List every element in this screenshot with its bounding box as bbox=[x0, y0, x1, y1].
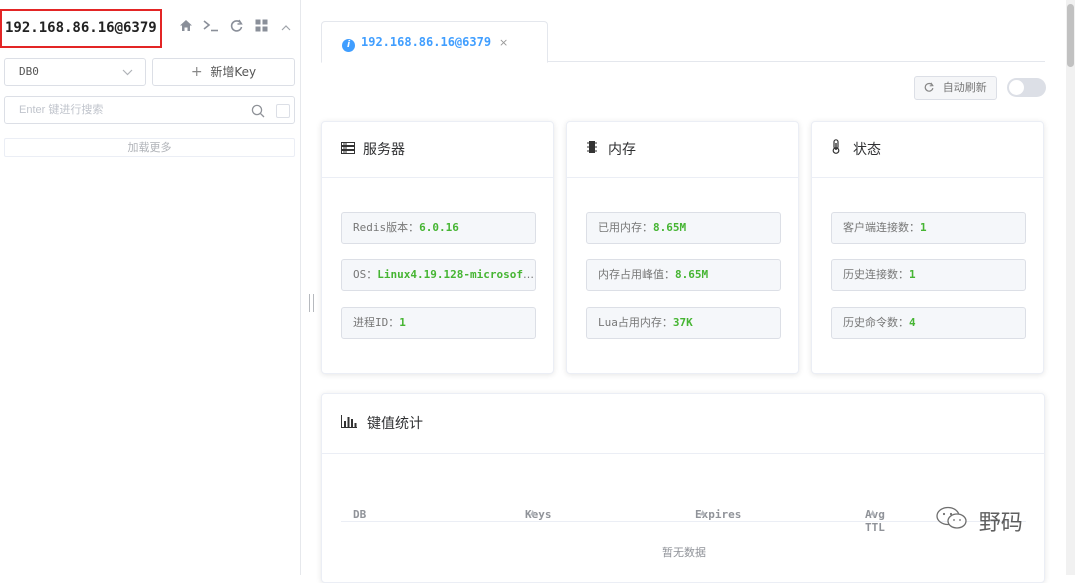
terminal-icon[interactable] bbox=[203, 19, 219, 36]
watermark: 野码 bbox=[935, 505, 1023, 537]
search-input[interactable] bbox=[19, 102, 239, 118]
add-key-label: 新增Key bbox=[210, 65, 257, 79]
stat-peak-memory: 内存占用峰值：8.65M bbox=[586, 259, 781, 291]
server-icon bbox=[341, 123, 357, 179]
scrollbar[interactable] bbox=[1066, 0, 1075, 575]
plus-icon: + bbox=[190, 64, 203, 80]
status-card-title: 状态 bbox=[853, 142, 881, 158]
add-key-button[interactable]: + 新增Key bbox=[152, 58, 295, 86]
info-icon: i bbox=[342, 39, 355, 52]
bar-chart-icon bbox=[341, 395, 359, 455]
auto-refresh-label: 自动刷新 bbox=[942, 81, 987, 94]
server-card-header: 服务器 bbox=[322, 122, 553, 178]
connection-toolbar bbox=[178, 19, 294, 36]
server-card-title: 服务器 bbox=[363, 142, 405, 158]
grid-icon[interactable] bbox=[253, 19, 269, 36]
stat-lua-memory: Lua占用内存：37K bbox=[586, 307, 781, 339]
status-card-header: 状态 bbox=[812, 122, 1043, 178]
tab-connection[interactable]: i 192.168.86.16@6379 × bbox=[321, 21, 548, 63]
db-select[interactable]: DB0 bbox=[4, 58, 146, 86]
stat-connected-clients: 客户端连接数：1 bbox=[831, 212, 1026, 244]
auto-refresh-button[interactable]: 自动刷新 bbox=[914, 76, 997, 100]
tab-label: 192.168.86.16@6379 bbox=[361, 35, 492, 49]
sort-icon[interactable]: ▲︎ bbox=[530, 508, 535, 518]
auto-refresh-toggle[interactable] bbox=[1007, 78, 1046, 97]
refresh-icon bbox=[924, 81, 943, 94]
key-stats-title: 键值统计 bbox=[367, 416, 423, 432]
sort-icon[interactable]: ▲︎ bbox=[870, 508, 875, 518]
exact-search-checkbox[interactable] bbox=[276, 104, 290, 118]
connection-title[interactable]: 192.168.86.16@6379 bbox=[0, 9, 162, 48]
key-stats-table-header: DB Keys ▲︎ Expires ▲︎ Avg TTL ▲︎ bbox=[341, 484, 1026, 534]
watermark-text: 野码 bbox=[978, 511, 1023, 536]
status-card: 状态 客户端连接数：1 历史连接数：1 历史命令数：4 bbox=[811, 121, 1044, 374]
stat-total-commands: 历史命令数：4 bbox=[831, 307, 1026, 339]
empty-text: 暂无数据 bbox=[662, 546, 706, 559]
resize-handle[interactable] bbox=[309, 294, 314, 312]
chevron-up-icon[interactable] bbox=[278, 20, 294, 36]
load-more-button[interactable]: 加载更多 bbox=[4, 138, 295, 157]
db-select-value: DB0 bbox=[19, 65, 39, 78]
memory-card-title: 内存 bbox=[608, 142, 636, 158]
stat-process-id: 进程ID：1 bbox=[341, 307, 536, 339]
sidebar: 192.168.86.16@6379 DB0 + 新增Key Enter 键进行… bbox=[0, 0, 301, 575]
home-icon[interactable] bbox=[178, 19, 194, 36]
stat-redis-version: Redis版本：6.0.16 bbox=[341, 212, 536, 244]
memory-card: 内存 已用内存：8.65M 内存占用峰值：8.65M Lua占用内存：37K bbox=[566, 121, 799, 374]
close-icon[interactable]: × bbox=[499, 36, 508, 49]
key-stats-header: 键值统计 bbox=[322, 394, 1044, 454]
key-stats-card: 键值统计 DB Keys ▲︎ Expires ▲︎ Avg TTL ▲︎ 暂无数据 bbox=[321, 393, 1045, 583]
stat-total-connections: 历史连接数：1 bbox=[831, 259, 1026, 291]
stat-used-memory: 已用内存：8.65M bbox=[586, 212, 781, 244]
toggle-knob bbox=[1009, 80, 1024, 95]
wechat-icon bbox=[935, 506, 975, 535]
stat-os: OS：Linux4.19.128-microsoft-standard bbox=[341, 259, 536, 291]
key-search bbox=[4, 96, 295, 124]
refresh-icon[interactable] bbox=[228, 19, 244, 36]
scrollbar-thumb[interactable] bbox=[1067, 4, 1074, 67]
server-card: 服务器 Redis版本：6.0.16 OS：Linux4.19.128-micr… bbox=[321, 121, 554, 374]
tab-bar: i 192.168.86.16@6379 × bbox=[321, 0, 1045, 63]
memory-card-header: 内存 bbox=[567, 122, 798, 178]
sort-icon[interactable]: ▲︎ bbox=[700, 508, 705, 518]
thermometer-icon bbox=[831, 123, 847, 179]
memory-chip-icon bbox=[586, 123, 602, 179]
search-icon[interactable] bbox=[251, 103, 265, 118]
chevron-down-icon bbox=[122, 59, 133, 85]
